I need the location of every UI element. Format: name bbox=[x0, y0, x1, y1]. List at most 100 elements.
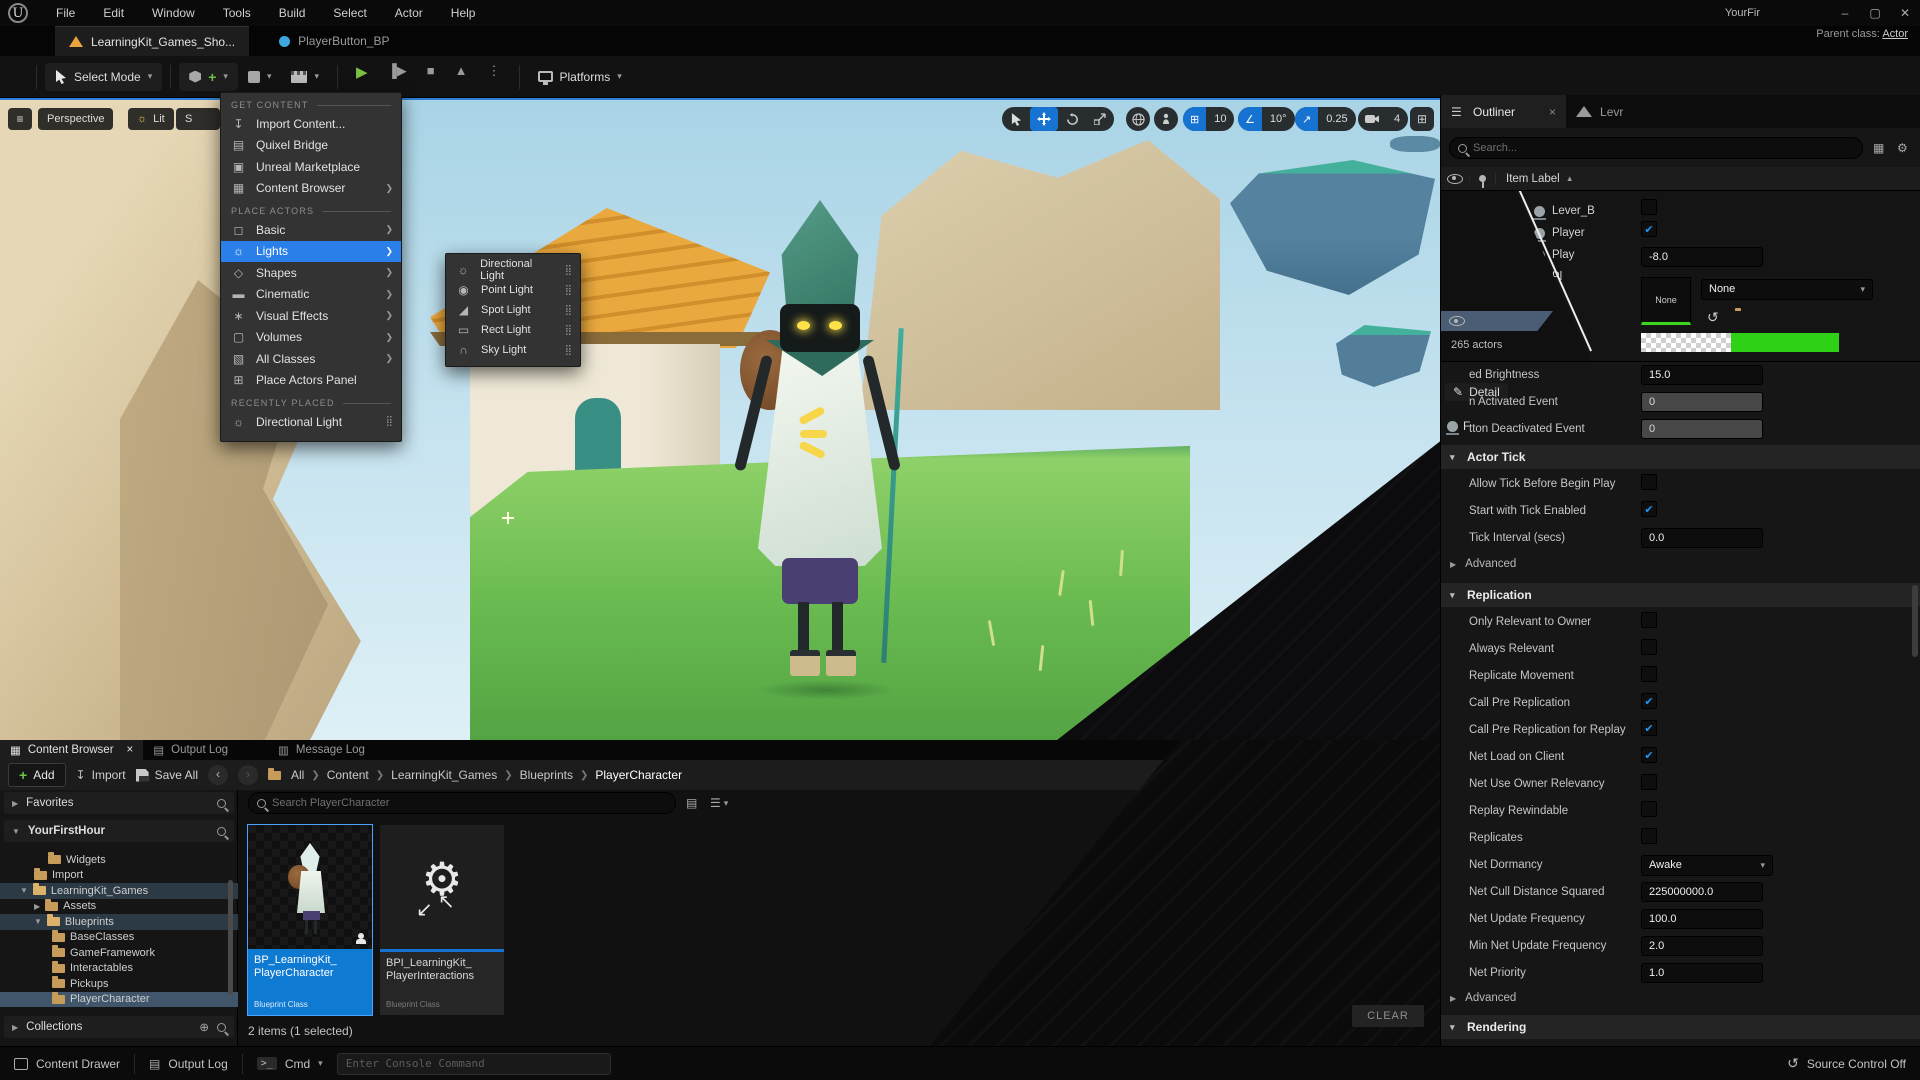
property-input[interactable]: 0.0 bbox=[1641, 528, 1763, 548]
menu-actor[interactable]: Actor bbox=[381, 0, 437, 26]
viewport-options-hamburger[interactable]: ≡ bbox=[8, 108, 32, 130]
pin-column-icon[interactable] bbox=[1469, 175, 1495, 182]
section-rendering[interactable]: ▾Rendering bbox=[1441, 1015, 1920, 1039]
value-input[interactable]: -8.0 bbox=[1641, 247, 1763, 267]
menu-help[interactable]: Help bbox=[437, 0, 490, 26]
outliner-selected-row[interactable] bbox=[1441, 311, 1553, 331]
menu-item-shapes[interactable]: ◇Shapes❯ bbox=[221, 262, 401, 284]
play-options-kebab[interactable]: ⋮ bbox=[478, 63, 511, 91]
breadcrumb-all[interactable]: All bbox=[291, 768, 304, 782]
menu-item-basic[interactable]: ◻Basic❯ bbox=[221, 219, 401, 241]
scale-tool[interactable] bbox=[1086, 107, 1114, 131]
tab-levels[interactable]: Levr bbox=[1566, 95, 1633, 128]
breadcrumb-learningkit[interactable]: LearningKit_Games bbox=[391, 768, 497, 782]
asset-bpi-playerinteractions[interactable]: ⚙ ↙ ↖ BPI_LearningKit_ PlayerInteraction… bbox=[380, 825, 504, 1015]
lit-dropdown[interactable]: ☼Lit bbox=[128, 108, 174, 130]
back-button[interactable]: ‹ bbox=[208, 765, 228, 785]
save-button[interactable] bbox=[8, 63, 28, 91]
color-swatch[interactable] bbox=[1641, 333, 1839, 352]
checkbox[interactable] bbox=[1641, 666, 1657, 682]
property-input[interactable]: 1.0 bbox=[1641, 963, 1763, 983]
breadcrumb-content[interactable]: Content bbox=[327, 768, 369, 782]
checkbox[interactable] bbox=[1641, 828, 1657, 844]
checkbox[interactable] bbox=[1641, 221, 1657, 237]
tree-item-learningkit-games[interactable]: ▼LearningKit_Games bbox=[0, 883, 238, 899]
tree-item-assets[interactable]: ▶Assets bbox=[0, 899, 238, 915]
search-icon[interactable] bbox=[217, 827, 226, 836]
outliner-search[interactable] bbox=[1449, 137, 1863, 159]
rotation-snap-toggle[interactable]: ∠ 10° bbox=[1238, 107, 1295, 131]
section-replication[interactable]: ▾Replication bbox=[1441, 583, 1920, 607]
property-input[interactable]: 0 bbox=[1641, 419, 1763, 439]
menu-item-volumes[interactable]: ▢Volumes❯ bbox=[221, 327, 401, 349]
submenu-sky-light[interactable]: ∩Sky Light⣿ bbox=[446, 340, 580, 360]
search-icon[interactable] bbox=[217, 1023, 226, 1032]
tree-item-baseclasses[interactable]: BaseClasses bbox=[0, 930, 238, 946]
close-button[interactable]: ✕ bbox=[1890, 0, 1920, 26]
menu-window[interactable]: Window bbox=[138, 0, 209, 26]
tree-item-playercharacter[interactable]: PlayerCharacter bbox=[0, 992, 238, 1008]
menu-item-lights[interactable]: ☼Lights❯ bbox=[221, 241, 401, 263]
property-input[interactable]: 0 bbox=[1641, 392, 1763, 412]
menu-item-all-classes[interactable]: ▧All Classes❯ bbox=[221, 348, 401, 370]
checkbox[interactable] bbox=[1641, 501, 1657, 517]
surface-snap-icon[interactable] bbox=[1154, 107, 1178, 131]
save-all-button[interactable]: Save All bbox=[136, 768, 198, 782]
checkbox[interactable] bbox=[1641, 774, 1657, 790]
menu-item-place-actors-panel[interactable]: ⊞Place Actors Panel bbox=[221, 370, 401, 392]
checkbox[interactable] bbox=[1641, 199, 1657, 215]
grid-snap-toggle[interactable]: ⊞ 10 bbox=[1183, 107, 1234, 131]
checkbox[interactable] bbox=[1641, 693, 1657, 709]
checkbox[interactable] bbox=[1641, 720, 1657, 736]
tree-item-gameframework[interactable]: GameFramework bbox=[0, 945, 238, 961]
property-input[interactable]: 2.0 bbox=[1641, 936, 1763, 956]
menu-file[interactable]: File bbox=[42, 0, 89, 26]
search-icon[interactable] bbox=[217, 799, 226, 808]
tab-content-browser[interactable]: ▦ Content Browser × bbox=[0, 740, 143, 760]
visibility-eye-icon[interactable] bbox=[1449, 316, 1465, 326]
menu-build[interactable]: Build bbox=[265, 0, 320, 26]
advanced-expander[interactable]: ▶Advanced bbox=[1450, 558, 1516, 570]
checkbox[interactable] bbox=[1641, 747, 1657, 763]
menu-item-directional-light-recent[interactable]: ☼Directional Light⣿ bbox=[221, 411, 401, 433]
import-button[interactable]: ↧Import bbox=[76, 768, 126, 782]
tab-output-log[interactable]: ▤ Output Log bbox=[143, 740, 238, 760]
breadcrumb-playercharacter[interactable]: PlayerCharacter bbox=[595, 768, 682, 782]
world-local-globe-icon[interactable] bbox=[1126, 107, 1150, 131]
platforms-dropdown[interactable]: Platforms▾ bbox=[528, 63, 632, 91]
rotate-tool[interactable] bbox=[1058, 107, 1086, 131]
add-asset-button[interactable]: +Add bbox=[8, 763, 66, 787]
project-header[interactable]: ▼YourFirstHour bbox=[4, 820, 234, 842]
section-actor-tick[interactable]: ▾Actor Tick bbox=[1441, 445, 1920, 469]
property-input[interactable]: 225000000.0 bbox=[1641, 882, 1763, 902]
drag-grip-icon[interactable]: ⣿ bbox=[565, 325, 572, 336]
tab-level[interactable]: LearningKit_Games_Sho... bbox=[55, 26, 249, 56]
stop-button[interactable]: ■ bbox=[417, 63, 445, 91]
save-search-icon[interactable]: ▤ bbox=[686, 796, 697, 810]
tab-outliner[interactable]: ☰ Outliner × bbox=[1441, 95, 1566, 128]
favorites-header[interactable]: ▶Favorites bbox=[4, 792, 234, 814]
unreal-logo-icon[interactable]: U bbox=[8, 3, 28, 23]
tree-item-pickups[interactable]: Pickups bbox=[0, 976, 238, 992]
net-dormancy-dropdown[interactable]: Awake▾ bbox=[1641, 855, 1773, 876]
perspective-dropdown[interactable]: Perspective bbox=[38, 108, 113, 130]
source-control-button[interactable]: ↺ Source Control Off bbox=[1773, 1047, 1920, 1080]
cmd-dropdown[interactable]: >_ Cmd▾ bbox=[243, 1047, 337, 1080]
asset-bp-playercharacter[interactable]: BP_LearningKit_ PlayerCharacter Blueprin… bbox=[248, 825, 372, 1015]
scale-snap-toggle[interactable]: ↗ 0.25 bbox=[1295, 107, 1356, 131]
move-tool[interactable] bbox=[1030, 107, 1058, 131]
asset-thumbnail-none[interactable]: None bbox=[1641, 277, 1691, 325]
submenu-spot-light[interactable]: ◢Spot Light⣿ bbox=[446, 300, 580, 320]
add-actor-dropdown[interactable]: +▾ bbox=[179, 63, 238, 91]
parent-class-link[interactable]: Actor bbox=[1882, 28, 1908, 40]
property-input[interactable]: 15.0 bbox=[1641, 365, 1763, 385]
collections-header[interactable]: ▶Collections ⊕ bbox=[4, 1016, 234, 1038]
menu-item-unreal-marketplace[interactable]: ▣Unreal Marketplace bbox=[221, 156, 401, 178]
console-command-box[interactable] bbox=[337, 1053, 611, 1075]
asset-search-input[interactable] bbox=[272, 797, 667, 809]
checkbox[interactable] bbox=[1641, 612, 1657, 628]
viewport-layout-icon[interactable]: ⊞ bbox=[1410, 107, 1434, 131]
property-input[interactable]: 100.0 bbox=[1641, 909, 1763, 929]
tree-item-interactables[interactable]: Interactables bbox=[0, 961, 238, 977]
forward-button[interactable]: › bbox=[238, 765, 258, 785]
